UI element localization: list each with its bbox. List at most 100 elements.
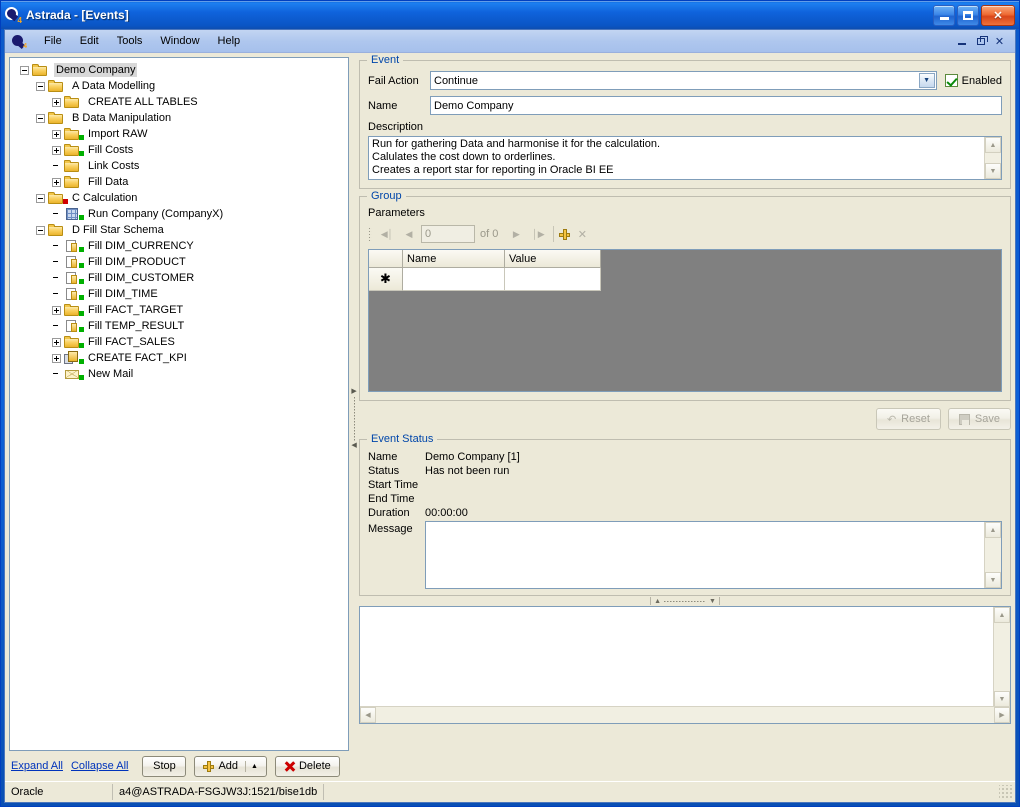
mdi-restore-button[interactable] [972, 33, 989, 49]
tree-node[interactable]: Fill DIM_TIME [14, 286, 348, 302]
nav-add-parameter-icon[interactable] [559, 228, 571, 240]
status-row-name: Name Demo Company [1] [368, 450, 1002, 464]
mdi-minimize-button[interactable] [953, 33, 970, 49]
tree-node[interactable]: A Data Modelling [14, 78, 348, 94]
scroll-up-icon[interactable]: ▲ [985, 137, 1001, 153]
delete-button[interactable]: Delete [274, 755, 340, 777]
expand-icon[interactable] [52, 337, 61, 347]
nav-delete-parameter-button[interactable]: ✕ [572, 224, 592, 244]
status-key-duration: Duration [368, 507, 410, 519]
log-horizontal-scrollbar[interactable]: ◀ ▶ [360, 706, 1010, 723]
add-dropdown-arrow-icon[interactable]: ▲ [245, 760, 258, 772]
expand-icon[interactable] [52, 97, 61, 107]
splitter-collapse-left-icon[interactable]: ▶ [351, 388, 356, 395]
menu-item-file[interactable]: File [35, 32, 71, 50]
tree-node[interactable]: Fill FACT_TARGET [14, 302, 348, 318]
tree-node[interactable]: B Data Manipulation [14, 110, 348, 126]
tree-node[interactable]: Run Company (CompanyX) [14, 206, 348, 222]
vertical-splitter[interactable]: ▶ ◀ [349, 57, 359, 781]
message-scroll-up-icon[interactable]: ▲ [985, 522, 1001, 538]
menu-item-window[interactable]: Window [151, 32, 208, 50]
chevron-down-icon[interactable]: ▼ [918, 73, 935, 88]
tree-node[interactable]: C Calculation [14, 190, 348, 206]
nav-next-button[interactable]: ▶ [506, 224, 526, 244]
reset-button[interactable]: ↶ Reset [875, 408, 941, 430]
tree-node[interactable]: Import RAW [14, 126, 348, 142]
tree-node[interactable]: Fill DIM_PRODUCT [14, 254, 348, 270]
expand-icon[interactable] [52, 177, 61, 187]
grid-cell-name[interactable] [403, 268, 505, 291]
tree-node[interactable]: Fill Costs [14, 142, 348, 158]
tree-node[interactable]: Fill FACT_SALES [14, 334, 348, 350]
menu-item-help[interactable]: Help [209, 32, 250, 50]
collapse-icon[interactable] [36, 193, 45, 203]
splitter-collapse-down-icon[interactable]: ▼ [709, 598, 716, 605]
scroll-down-icon[interactable]: ▼ [985, 163, 1001, 179]
log-scroll-left-icon[interactable]: ◀ [360, 707, 376, 723]
nav-record-input[interactable]: 0 [421, 225, 475, 243]
menu-item-tools[interactable]: Tools [108, 32, 152, 50]
nav-last-button[interactable]: │▶ [528, 224, 548, 244]
fail-action-select[interactable]: Continue ▼ [430, 71, 937, 90]
tree-node[interactable]: CREATE FACT_KPI [14, 350, 348, 366]
horizontal-splitter[interactable]: ▲ ▼ [359, 596, 1011, 606]
name-input[interactable]: Demo Company [430, 96, 1002, 115]
tree-node[interactable]: New Mail [14, 366, 348, 382]
log-scroll-right-icon[interactable]: ▶ [994, 707, 1010, 723]
expand-icon[interactable] [52, 129, 61, 139]
nav-first-button[interactable]: ◀│ [377, 224, 397, 244]
parameters-grid[interactable]: Name Value ✱ [368, 249, 1002, 392]
add-button-label: Add [218, 760, 239, 772]
collapse-icon[interactable] [36, 113, 45, 123]
tree-node[interactable]: D Fill Star Schema [14, 222, 348, 238]
grid-cell-value[interactable] [505, 268, 601, 291]
grid-header-name[interactable]: Name [403, 250, 505, 268]
tree-node[interactable]: Demo Company [14, 62, 348, 78]
fail-action-label: Fail Action [368, 74, 419, 87]
nav-prev-button[interactable]: ◀ [399, 224, 419, 244]
description-scrollbar[interactable]: ▲ ▼ [984, 137, 1001, 179]
description-textarea[interactable]: Run for gathering Data and harmonise it … [368, 136, 1002, 180]
log-scroll-up-icon[interactable]: ▲ [994, 607, 1010, 623]
expand-icon[interactable] [52, 145, 61, 155]
resize-grip-icon[interactable] [999, 785, 1013, 799]
collapse-icon[interactable] [36, 225, 45, 235]
enabled-checkbox-wrap[interactable]: Enabled [944, 74, 1002, 87]
tree-node[interactable]: Fill DIM_CURRENCY [14, 238, 348, 254]
menu-item-edit[interactable]: Edit [71, 32, 108, 50]
window-close-button[interactable]: ✕ [981, 4, 1015, 26]
collapse-icon[interactable] [20, 65, 29, 75]
grid-new-row[interactable]: ✱ [369, 268, 1001, 291]
tree-node[interactable]: Fill TEMP_RESULT [14, 318, 348, 334]
event-tree[interactable]: Demo Company A Data Modelling CREATE ALL T… [9, 57, 349, 751]
tree-node[interactable]: Fill Data [14, 174, 348, 190]
expand-icon[interactable] [52, 353, 61, 363]
mdi-close-button[interactable]: ✕ [991, 33, 1008, 49]
add-button[interactable]: Add ▲ [194, 755, 267, 777]
collapse-all-link[interactable]: Collapse All [71, 760, 128, 772]
splitter-collapse-up-icon[interactable]: ▲ [654, 598, 661, 605]
message-textarea[interactable]: ▲ ▼ [425, 521, 1002, 589]
parameters-nav-toolbar: ◀│ ◀ 0 of 0 ▶ │▶ ✕ [368, 223, 1002, 245]
save-button[interactable]: Save [947, 408, 1011, 430]
message-scroll-down-icon[interactable]: ▼ [985, 572, 1001, 588]
toolbar-grip[interactable] [368, 227, 372, 241]
log-vertical-scrollbar[interactable]: ▲ ▼ [993, 607, 1010, 707]
enabled-checkbox[interactable] [944, 74, 958, 87]
window-minimize-button[interactable] [933, 4, 955, 26]
tree-node[interactable]: Fill DIM_CUSTOMER [14, 270, 348, 286]
message-scrollbar[interactable]: ▲ ▼ [984, 522, 1001, 588]
expand-all-link[interactable]: Expand All [11, 760, 63, 772]
grid-header-value[interactable]: Value [505, 250, 601, 268]
folder-icon [64, 95, 80, 109]
collapse-icon[interactable] [36, 81, 45, 91]
tree-node[interactable]: Link Costs [14, 158, 348, 174]
log-scroll-down-icon[interactable]: ▼ [994, 691, 1010, 707]
window-maximize-button[interactable] [957, 4, 979, 26]
expand-icon[interactable] [52, 305, 61, 315]
stop-button[interactable]: Stop [142, 755, 187, 777]
log-output-panel[interactable]: ▲ ▼ ◀ ▶ [359, 606, 1011, 724]
splitter-collapse-right-icon[interactable]: ◀ [351, 442, 356, 449]
tree-leaf-spacer [52, 322, 61, 331]
tree-node[interactable]: CREATE ALL TABLES [14, 94, 348, 110]
